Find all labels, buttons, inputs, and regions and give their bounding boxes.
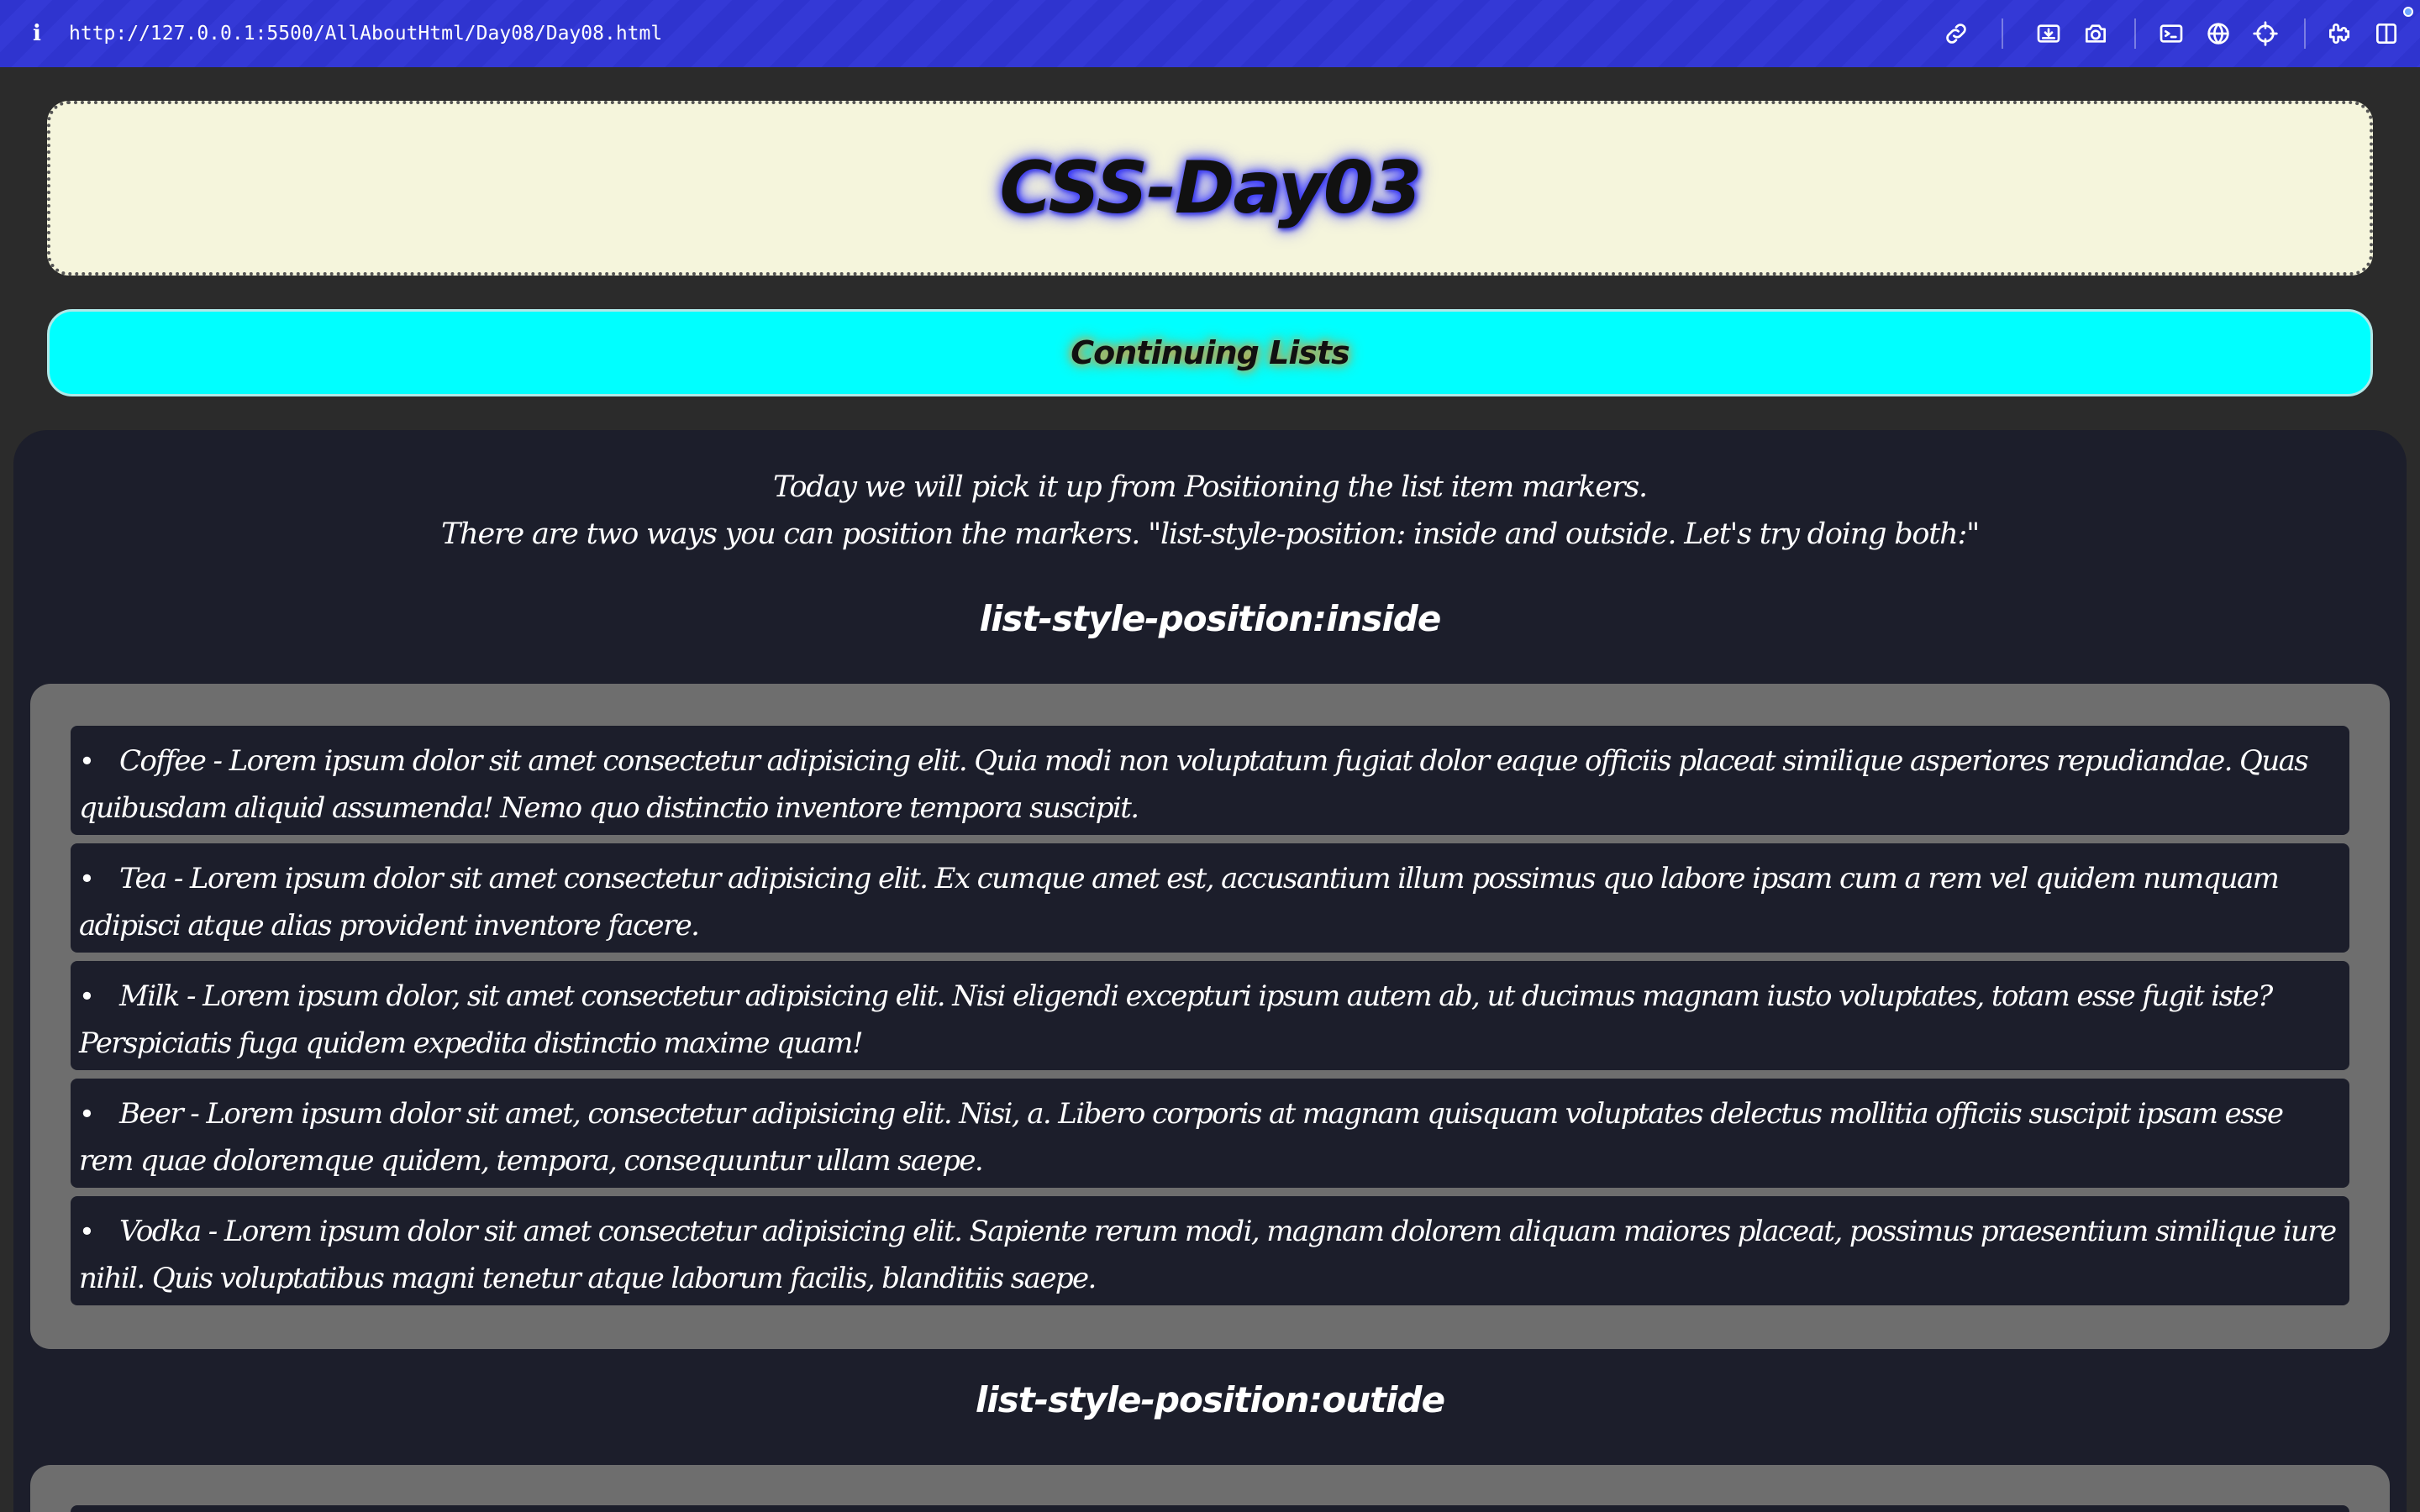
link-icon[interactable] <box>1941 18 1971 49</box>
intro-line-1: Today we will pick it up from Positionin… <box>773 470 1648 504</box>
list-item-text: Vodka - Lorem ipsum dolor sit amet conse… <box>79 1215 2337 1295</box>
subheader-title: Continuing Lists <box>1071 334 1349 371</box>
info-icon[interactable]: i <box>29 20 45 47</box>
subheader-bar: Continuing Lists <box>47 309 2373 396</box>
bullet-marker: • <box>79 1098 95 1130</box>
bullet-marker: • <box>79 980 95 1012</box>
terminal-icon[interactable] <box>2156 18 2186 49</box>
address-bar-url[interactable]: http://127.0.0.1:5500/AllAboutHtml/Day08… <box>69 20 662 47</box>
list-item: • Tea - Lorem ipsum dolor sit amet consec… <box>71 843 2349 953</box>
extensions-icon[interactable] <box>2324 18 2354 49</box>
page-title: CSS-Day03 <box>999 146 1422 230</box>
list-panel-outside <box>30 1465 2390 1512</box>
list-item: • Coffee - Lorem ipsum dolor sit amet con… <box>71 726 2349 835</box>
list-panel-inside: • Coffee - Lorem ipsum dolor sit amet con… <box>30 684 2390 1349</box>
list-item <box>71 1505 2349 1512</box>
bullet-marker: • <box>79 863 95 895</box>
list-item-text: Milk - Lorem ipsum dolor, sit amet conse… <box>79 979 2273 1060</box>
inbox-download-icon[interactable] <box>2033 18 2064 49</box>
toolbar-divider <box>2304 18 2306 49</box>
main-content: Today we will pick it up from Positionin… <box>13 430 2407 1512</box>
crosshair-icon[interactable] <box>2250 18 2281 49</box>
section-heading-outside: list-style-position:outide <box>975 1379 1445 1420</box>
intro-line-2: There are two ways you can position the … <box>441 517 1980 551</box>
toolbar-divider <box>2002 18 2003 49</box>
globe-icon[interactable] <box>2203 18 2233 49</box>
browser-toolbar: i http://127.0.0.1:5500/AllAboutHtml/Day… <box>0 0 2420 67</box>
notification-dot <box>2403 7 2413 17</box>
list-item: • Beer - Lorem ipsum dolor sit amet, cons… <box>71 1079 2349 1188</box>
page-header: CSS-Day03 <box>47 101 2373 276</box>
list-item: • Milk - Lorem ipsum dolor, sit amet cons… <box>71 961 2349 1070</box>
list-item: • Vodka - Lorem ipsum dolor sit amet cons… <box>71 1196 2349 1305</box>
list-item-text: Tea - Lorem ipsum dolor sit amet consect… <box>79 862 2280 942</box>
list-item-text: Beer - Lorem ipsum dolor sit amet, conse… <box>79 1097 2284 1178</box>
section-heading-inside: list-style-position:inside <box>979 598 1442 639</box>
toolbar-divider <box>2134 18 2136 49</box>
intro-text: Today we will pick it up from Positionin… <box>13 464 2407 558</box>
camera-icon[interactable] <box>2081 18 2111 49</box>
bullet-marker: • <box>79 745 95 777</box>
sidebar-icon[interactable] <box>2371 18 2402 49</box>
list-inside: • Coffee - Lorem ipsum dolor sit amet con… <box>71 726 2349 1305</box>
list-item-text: Coffee - Lorem ipsum dolor sit amet cons… <box>79 744 2309 825</box>
bullet-marker: • <box>79 1215 95 1247</box>
